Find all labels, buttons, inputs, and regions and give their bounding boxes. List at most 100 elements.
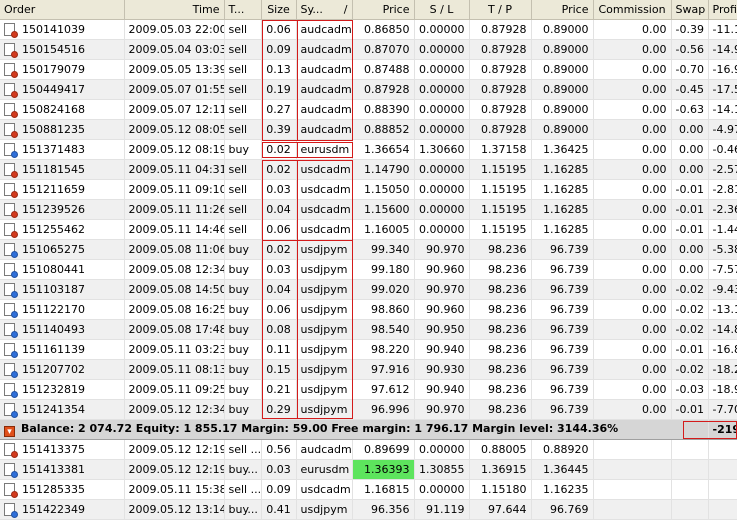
cell-swap	[671, 479, 709, 500]
cell-size: 0.19	[261, 79, 297, 100]
cell-commission: 0.00	[593, 19, 672, 40]
trade-row[interactable]: 151140493 2009.05.08 17:48 buy 0.08 usdjpym 9…	[0, 319, 737, 340]
trade-row[interactable]: 151211659 2009.05.11 09:10 sell 0.03 usdcadm…	[0, 179, 737, 200]
trade-row[interactable]: 151103187 2009.05.08 14:50 buy 0.04 usdjpym 9…	[0, 279, 737, 300]
cell-price2: 1.16285	[531, 179, 594, 200]
cell-order: 151371483	[0, 139, 125, 160]
col-type-header[interactable]: T...	[224, 0, 262, 20]
sell-order-icon	[4, 83, 18, 98]
col-price-header[interactable]: Price	[352, 0, 415, 20]
cell-sl: 0.00000	[414, 79, 470, 100]
cell-profit: -9.43	[708, 279, 737, 300]
cell-tp: 98.236	[469, 399, 532, 420]
col-order-header[interactable]: Order	[0, 0, 125, 20]
cell-profit: -1.44	[708, 219, 737, 240]
pending-order-row[interactable]: 151413375 2009.05.12 12:19 sell ... 0.56 aud…	[0, 439, 737, 460]
cell-profit: -2.57	[708, 159, 737, 180]
cell-price2: 96.739	[531, 299, 594, 320]
order-number: 150449417	[22, 83, 85, 96]
cell-sl: 90.930	[414, 359, 470, 380]
order-number: 151232819	[22, 383, 85, 396]
cell-price: 99.180	[352, 259, 415, 280]
cell-sl: 90.960	[414, 259, 470, 280]
cell-order: 151413381	[0, 459, 125, 480]
cell-tp: 98.236	[469, 239, 532, 260]
trade-row[interactable]: 151080441 2009.05.08 12:34 buy 0.03 usdjpym 9…	[0, 259, 737, 280]
cell-size: 0.11	[261, 339, 297, 360]
cell-profit	[708, 499, 737, 520]
trade-row[interactable]: 151161139 2009.05.11 03:23 buy 0.11 usdjpym 9…	[0, 339, 737, 360]
buy-order-icon	[4, 323, 18, 338]
col-time-header[interactable]: Time	[124, 0, 225, 20]
trade-row[interactable]: 151255462 2009.05.11 14:46 sell 0.06 usdcadm…	[0, 219, 737, 240]
trade-row[interactable]: 151207702 2009.05.11 08:13 buy 0.15 usdjpym 9…	[0, 359, 737, 380]
cell-price2: 96.769	[531, 499, 594, 520]
trade-row[interactable]: 151371483 2009.05.12 08:19 buy 0.02 eurusdm 1…	[0, 139, 737, 160]
trade-row[interactable]: 151122170 2009.05.08 16:25 buy 0.06 usdjpym 9…	[0, 299, 737, 320]
cell-price: 98.540	[352, 319, 415, 340]
cell-price2: 0.89000	[531, 79, 594, 100]
cell-time: 2009.05.12 13:14	[124, 499, 225, 520]
col-symbol-header[interactable]: Sy... /	[296, 0, 353, 20]
trade-row[interactable]: 150824168 2009.05.07 12:11 sell 0.27 audcadm…	[0, 99, 737, 120]
pending-order-row[interactable]: 151413381 2009.05.12 12:19 buy... 0.03 eurus…	[0, 459, 737, 480]
col-price2-header[interactable]: Price	[531, 0, 594, 20]
cell-type: buy	[224, 359, 262, 380]
cell-commission	[593, 479, 672, 500]
cell-price2: 96.739	[531, 259, 594, 280]
balance-expand-icon[interactable]: ▾	[4, 426, 15, 437]
cell-symbol: usdjpym	[296, 499, 353, 520]
buy-order-icon	[4, 303, 18, 318]
cell-commission: 0.00	[593, 179, 672, 200]
col-size-header[interactable]: Size	[261, 0, 297, 20]
cell-tp: 1.36915	[469, 459, 532, 480]
trade-row[interactable]: 150449417 2009.05.07 01:55 sell 0.19 audcadm…	[0, 79, 737, 100]
sell-order-icon	[4, 23, 18, 38]
trade-row[interactable]: 150179079 2009.05.05 13:39 sell 0.13 audcadm…	[0, 59, 737, 80]
cell-symbol: usdcadm	[296, 159, 353, 180]
cell-sl: 91.119	[414, 499, 470, 520]
cell-time: 2009.05.08 14:50	[124, 279, 225, 300]
cell-time: 2009.05.11 04:31	[124, 159, 225, 180]
cell-sl: 1.30660	[414, 139, 470, 160]
cell-symbol: usdjpym	[296, 399, 353, 420]
cell-price: 98.860	[352, 299, 415, 320]
cell-commission: 0.00	[593, 359, 672, 380]
cell-price: 97.612	[352, 379, 415, 400]
col-commission-header[interactable]: Commission	[593, 0, 672, 20]
col-tp-header[interactable]: T / P	[469, 0, 532, 20]
col-swap-header[interactable]: Swap	[671, 0, 709, 20]
cell-commission: 0.00	[593, 199, 672, 220]
cell-order: 151122170	[0, 299, 125, 320]
pending-order-row[interactable]: 151422349 2009.05.12 13:14 buy... 0.41 usdjp…	[0, 499, 737, 520]
cell-symbol: usdcadm	[296, 199, 353, 220]
cell-time: 2009.05.07 12:11	[124, 99, 225, 120]
trade-row[interactable]: 150154516 2009.05.04 03:03 sell 0.09 audcadm…	[0, 39, 737, 60]
cell-type: sell	[224, 19, 262, 40]
cell-time: 2009.05.07 01:55	[124, 79, 225, 100]
trade-row[interactable]: 151241354 2009.05.12 12:34 buy 0.29 usdjpym 9…	[0, 399, 737, 420]
trade-row[interactable]: 151065275 2009.05.08 11:06 buy 0.02 usdjpym 9…	[0, 239, 737, 260]
cell-size: 0.06	[261, 299, 297, 320]
trade-row[interactable]: 151232819 2009.05.11 09:25 buy 0.21 usdjpym 9…	[0, 379, 737, 400]
cell-symbol: usdcadm	[296, 179, 353, 200]
trade-row[interactable]: 151181545 2009.05.11 04:31 sell 0.02 usdcadm…	[0, 159, 737, 180]
cell-price: 97.916	[352, 359, 415, 380]
cell-swap: -0.01	[671, 219, 709, 240]
cell-profit: -11.10	[708, 19, 737, 40]
cell-size: 0.04	[261, 199, 297, 220]
cell-order: 151255462	[0, 219, 125, 240]
cell-profit: -2.81	[708, 179, 737, 200]
cell-sl: 0.00000	[414, 179, 470, 200]
cell-size: 0.06	[261, 219, 297, 240]
cell-price2: 1.16235	[531, 479, 594, 500]
col-profit-header[interactable]: Profit	[708, 0, 737, 20]
cell-swap: 0.00	[671, 159, 709, 180]
trade-row[interactable]: 150141039 2009.05.03 22:00 sell 0.06 audcadm…	[0, 19, 737, 40]
col-sl-header[interactable]: S / L	[414, 0, 470, 20]
trade-row[interactable]: 151239526 2009.05.11 11:26 sell 0.04 usdcadm…	[0, 199, 737, 220]
cell-time: 2009.05.11 14:46	[124, 219, 225, 240]
trade-row[interactable]: 150881235 2009.05.12 08:05 sell 0.39 audcadm…	[0, 119, 737, 140]
pending-order-row[interactable]: 151285335 2009.05.11 15:38 sell ... 0.09 usd…	[0, 479, 737, 500]
cell-swap: -0.02	[671, 279, 709, 300]
